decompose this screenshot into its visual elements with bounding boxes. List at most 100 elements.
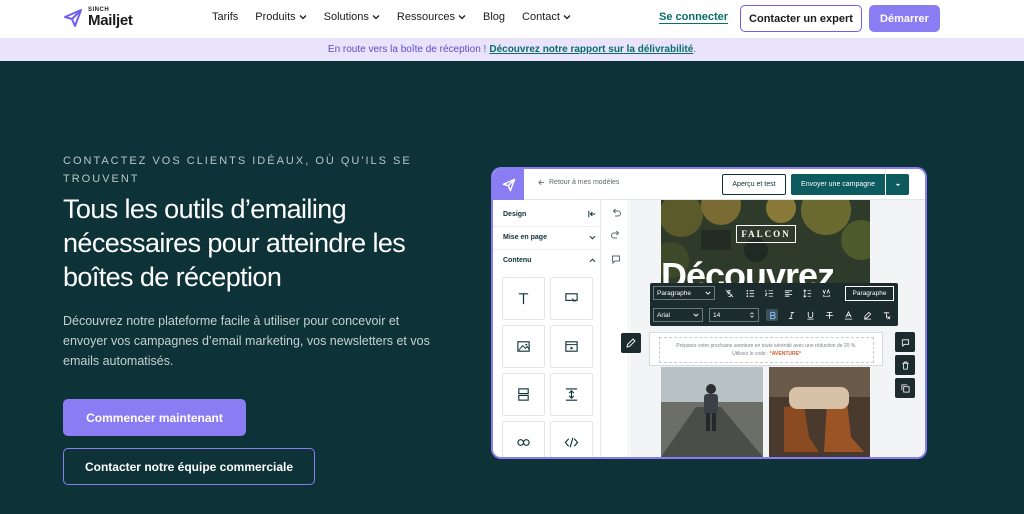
duplicate-block-button[interactable] — [895, 378, 915, 398]
align-button[interactable] — [782, 287, 794, 299]
sidebar-item-content[interactable]: Contenu — [503, 250, 596, 270]
comments-button[interactable] — [609, 252, 623, 266]
strikethrough-icon — [825, 311, 833, 319]
bullet-list-icon — [746, 289, 754, 297]
copy-icon — [900, 383, 910, 393]
chevron-up-icon — [589, 257, 596, 262]
menu-item-ressources[interactable]: Ressources — [397, 11, 466, 23]
text-formatting-toolbar: Paragraphe Paragraphe Arial 14 — [650, 283, 898, 326]
underline-button[interactable] — [804, 309, 816, 321]
email-editor-mockup: Retour à mes modèles Aperçu et test Envo… — [493, 169, 925, 457]
text-block-tile[interactable] — [502, 277, 545, 320]
preview-test-button[interactable]: Aperçu et test — [722, 174, 786, 195]
chevron-down-icon — [589, 235, 596, 240]
text-color-button[interactable] — [842, 309, 854, 321]
chevron-down-icon — [299, 15, 307, 20]
paragraph-style-select[interactable]: Paragraphe — [653, 286, 715, 300]
sidebar-item-layout[interactable]: Mise en page — [493, 227, 601, 250]
highlight-button[interactable] — [861, 309, 873, 321]
promo-code-label: Utilisez le code : — [732, 351, 769, 357]
comment-block-button[interactable] — [895, 332, 915, 352]
send-options-button[interactable] — [886, 174, 909, 195]
hero-headline: Tous les outils d’emailing nécessaires p… — [63, 194, 406, 292]
line-height-button[interactable] — [801, 287, 813, 299]
sidebar-item-design[interactable]: Design — [493, 204, 601, 227]
caret-down-icon — [895, 183, 900, 186]
editor-sidebar: Design Mise en page Contenu — [493, 200, 601, 457]
bullet-list-button[interactable] — [744, 287, 756, 299]
clear-format-icon — [883, 311, 890, 319]
clear-formatting-button[interactable] — [880, 309, 892, 321]
button-block-tile[interactable] — [550, 277, 593, 320]
contact-expert-button[interactable]: Contacter un expert — [740, 5, 862, 32]
delete-block-button[interactable] — [895, 355, 915, 375]
email-hero-image[interactable]: FALCON Découvrez — [661, 200, 870, 290]
bold-icon — [769, 311, 776, 319]
menu-item-blog[interactable]: Blog — [483, 11, 505, 23]
clear-link-button[interactable] — [723, 287, 735, 299]
hiker-photo[interactable] — [661, 367, 763, 457]
italic-button[interactable] — [785, 309, 797, 321]
strikethrough-button[interactable] — [823, 309, 835, 321]
spacer-icon — [565, 388, 578, 401]
boots-photo[interactable] — [769, 367, 870, 457]
trash-icon — [901, 361, 909, 370]
video-icon — [565, 341, 578, 352]
editor-tools-column — [603, 200, 629, 457]
html-block-tile[interactable] — [550, 421, 593, 457]
highlighter-icon — [863, 311, 871, 320]
image-icon — [517, 341, 530, 352]
contact-sales-button[interactable]: Contacter notre équipe commerciale — [63, 448, 315, 485]
menu-item-solutions[interactable]: Solutions — [324, 11, 380, 23]
email-text-block[interactable]: Préparez votre prochaine aventure en tou… — [649, 332, 883, 366]
divider-block-tile[interactable] — [502, 373, 545, 416]
comment-icon — [612, 255, 620, 264]
main-menu: Tarifs Produits Solutions Ressources Blo… — [212, 11, 571, 23]
pencil-icon — [626, 338, 636, 348]
spacer-block-tile[interactable] — [550, 373, 593, 416]
collapse-panel-icon — [588, 210, 596, 218]
numbered-list-button[interactable] — [763, 287, 775, 299]
mailjet-logo[interactable]: SINCH Mailjet — [63, 7, 133, 28]
start-button[interactable]: Démarrer — [869, 5, 940, 32]
comment-icon — [901, 338, 909, 347]
top-navigation: SINCH Mailjet Tarifs Produits Solutions … — [0, 0, 1024, 38]
login-link[interactable]: Se connecter — [659, 11, 728, 23]
menu-item-tarifs[interactable]: Tarifs — [212, 11, 238, 23]
social-block-tile[interactable] — [502, 421, 545, 457]
chevron-down-icon — [705, 291, 711, 295]
send-campaign-button[interactable]: Envoyer une campagne — [791, 174, 885, 195]
email-body-text: Préparez votre prochaine aventure en tou… — [676, 343, 857, 349]
unlink-icon — [725, 289, 733, 297]
chevron-down-icon — [458, 15, 466, 20]
text-color-icon — [844, 310, 852, 320]
email-canvas: FALCON Découvrez Préparez votre prochain… — [630, 200, 925, 457]
menu-item-produits[interactable]: Produits — [255, 11, 307, 23]
undo-button[interactable] — [609, 206, 623, 220]
deliverability-report-link[interactable]: Découvrez notre rapport sur la délivrabi… — [489, 44, 693, 55]
letter-spacing-icon — [822, 288, 830, 297]
code-icon — [564, 437, 579, 448]
font-size-stepper[interactable]: 14 — [709, 308, 759, 322]
start-now-button[interactable]: Commencer maintenant — [63, 399, 246, 436]
click-button-icon — [565, 293, 578, 305]
hero-eyebrow: CONTACTEZ VOS CLIENTS IDÉAUX, OÙ QU'ILS … — [63, 155, 412, 185]
italic-icon — [788, 311, 794, 319]
editor-logo — [493, 169, 524, 200]
redo-button[interactable] — [609, 228, 623, 242]
back-to-templates-link[interactable]: Retour à mes modèles — [538, 179, 619, 186]
letter-spacing-button[interactable] — [820, 287, 832, 299]
font-family-select[interactable]: Arial — [653, 308, 703, 322]
image-block-tile[interactable] — [502, 325, 545, 368]
arrow-left-icon — [538, 180, 545, 185]
edit-block-button[interactable] — [621, 333, 641, 353]
redo-icon — [611, 230, 620, 239]
paragraph-button[interactable]: Paragraphe — [845, 286, 894, 301]
video-block-tile[interactable] — [550, 325, 593, 368]
social-links-icon — [517, 439, 530, 446]
bold-button[interactable] — [766, 309, 778, 321]
editor-topbar: Retour à mes modèles Aperçu et test Envo… — [493, 169, 925, 200]
banner-suffix: . — [693, 44, 697, 55]
menu-item-contact[interactable]: Contact — [522, 11, 571, 23]
align-left-icon — [784, 289, 792, 297]
